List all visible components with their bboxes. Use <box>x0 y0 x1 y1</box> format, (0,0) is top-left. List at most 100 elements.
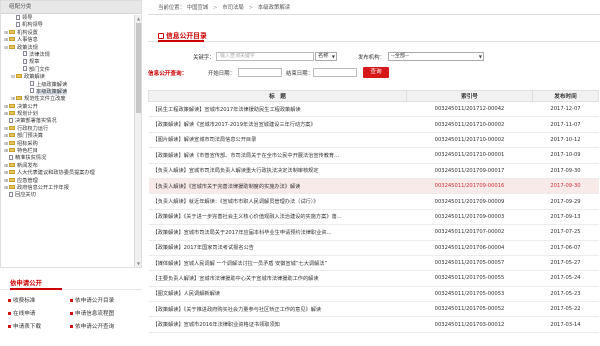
tree-item[interactable]: 回应关切 <box>1 191 135 199</box>
apply-disclosure-header: 依申请公开 <box>0 276 142 290</box>
row-title-link[interactable]: 【负责人解读】《宣城市关于完善法律援助制度的实施办法》解读 <box>148 178 407 195</box>
tree-item-label[interactable]: 规章 <box>29 59 39 65</box>
tree-item[interactable]: ⊟ 政策法规 <box>1 44 135 52</box>
bullet-icon <box>70 312 73 315</box>
tree-item-label[interactable]: 机构设置 <box>17 30 38 36</box>
table-row[interactable]: 【政策解读】《关于推进政府购买社会力量参与社区矫正工作的意见》解读 0032450… <box>148 301 599 318</box>
tree-item[interactable]: 规章 <box>1 58 135 66</box>
row-title-link[interactable]: 【政策解读】宣城市2016年法律职业资格证书领取须知 <box>148 316 407 333</box>
table-row[interactable]: 【图片解读】解读宣城市司法局信息公开目录 003245011/201710-000… <box>148 132 599 149</box>
tree-item-label[interactable]: 政府信息公开工作年报 <box>17 185 69 191</box>
tree-item[interactable]: ⊞ 人事信息 <box>1 37 135 44</box>
row-title-link[interactable]: 【政策解读】解读《市普宣传部、市司法局关于在全市公民中开展法治宣传教育... <box>148 147 407 164</box>
tree-item-label[interactable]: 精准扶贫情况 <box>15 155 46 161</box>
tree-item[interactable]: ⊞ 应急管理 <box>1 177 135 185</box>
tree-item-label[interactable]: 决策部署落实情况 <box>15 118 57 124</box>
table-row[interactable]: 【负责人解读】《宣城市关于完善法律援助制度的实施办法》解读 003245011/2… <box>148 178 599 195</box>
row-title-link[interactable]: 【政策解读】宣城市司法局关于2017年应届本科毕业生申请预约法律职业资... <box>148 224 407 241</box>
apply-disclosure-title: 依申请公开 <box>10 279 42 287</box>
scroll-up-icon[interactable]: ▲ <box>135 15 141 22</box>
end-date-label: 结束日期： <box>286 71 313 77</box>
table-row[interactable]: 【媒体解读】宣城人民调解 一个调解法讨拉一员矛盾 安徽宣城“七大调解法” 0032… <box>148 255 599 272</box>
row-title-link[interactable]: 【图文解读】人民调解新解读 <box>148 286 407 303</box>
apply-query-link[interactable]: 依申请公开查询 <box>70 322 114 330</box>
tree-item[interactable]: ⊞ 决策公开 <box>1 103 135 111</box>
breadcrumb-current[interactable]: 本级政策解读 <box>258 5 290 11</box>
table-row[interactable]: 【主要负责人解读】宣城市法律援助中心关于宣城市法律援助工作的解读 00324501… <box>148 270 599 287</box>
tree-item-label[interactable]: 回应关切 <box>15 192 36 198</box>
row-title-link[interactable]: 【图片解读】解读宣城市司法局信息公开目录 <box>148 132 407 149</box>
tree-item-label[interactable]: 新闻发布 <box>17 163 38 169</box>
tree-item[interactable]: 本级政策解读 <box>1 88 135 96</box>
apply-flowchart-link[interactable]: 申请信息流程图 <box>70 309 114 317</box>
row-title-link[interactable]: 【政策解读】《关于推进政府购买社会力量参与社区矫正工作的意见》解读 <box>148 301 407 318</box>
row-title-link[interactable]: 【政策解读】《关于进一步完善社会主义核心价值观融入法治建设的实施方案》落... <box>148 209 407 226</box>
tree-item-label[interactable]: 政策解读 <box>24 74 45 80</box>
field-select[interactable]: 名称 ▼ <box>315 52 337 61</box>
tree-item-label[interactable]: 政策法规 <box>17 45 38 51</box>
tree-item-label[interactable]: 规划计划 <box>17 111 38 117</box>
tree-item[interactable]: 上级政策解读 <box>1 81 135 89</box>
agency-select[interactable]: --全部-- ▼ <box>388 52 484 61</box>
table-row[interactable]: 【政策解读】2017年国家司法考试报名公告 003245011/201706-00… <box>148 240 599 256</box>
tree-scrollbar[interactable]: ▲ ▼ <box>134 15 141 267</box>
breadcrumb-link-home[interactable]: 中国宣城 <box>187 5 209 11</box>
table-row[interactable]: 【负责人解读】就近年解读：《宣城市市职人民调解员管理办法（试行）》 0032450… <box>148 193 599 210</box>
scroll-down-icon[interactable]: ▼ <box>135 260 141 267</box>
table-row[interactable]: 【民生工程政策解读】宣城市2017年法律援助民生工程政策解读 003245011/… <box>148 101 599 118</box>
search-button[interactable]: 查询 <box>363 67 389 78</box>
tree-item-label[interactable]: 人事信息 <box>17 37 38 43</box>
apply-catalog-link[interactable]: 依申请公开目录 <box>70 296 114 304</box>
online-apply-link[interactable]: 在线申请 <box>8 309 35 317</box>
table-row[interactable]: 【政策解读】宣城市2016年法律职业资格证书领取须知 003245011/2017… <box>148 316 599 333</box>
keyword-input[interactable]: 输入查询关键字 <box>216 52 314 61</box>
tree-item[interactable]: ⊟ 政策解读 <box>1 74 135 81</box>
table-row[interactable]: 【负责人解读】宣城市司法局负责人解读重大行政执法决定法制审核规定 00324501… <box>148 163 599 179</box>
tree-item-label[interactable]: 特色栏目 <box>17 148 38 154</box>
tree-item-label[interactable]: 招标采购 <box>17 141 38 147</box>
tree-item-label[interactable]: 机构领导 <box>22 22 43 28</box>
row-title-link[interactable]: 【负责人解读】宣城市司法局负责人解读重大行政执法决定法制审核规定 <box>148 163 407 179</box>
tree-item[interactable]: ⊞ 招标采购 <box>1 140 135 148</box>
scroll-thumb[interactable] <box>136 23 141 113</box>
row-title-link[interactable]: 【媒体解读】宣城人民调解 一个调解法讨拉一员矛盾 安徽宣城“七大调解法” <box>148 255 407 272</box>
title-underline <box>10 288 62 290</box>
tree-item-label[interactable]: 决策公开 <box>17 104 38 110</box>
row-title-link[interactable]: 【政策解读】解读《宣城市2017-2019年法治宣城建设三年行动方案》 <box>148 116 407 133</box>
table-row[interactable]: 【政策解读】解读《宣城市2017-2019年法治宣城建设三年行动方案》 00324… <box>148 116 599 133</box>
form-download-link[interactable]: 申请表下载 <box>8 322 41 330</box>
table-row[interactable]: 【政策解读】宣城市司法局关于2017年应届本科毕业生申请预约法律职业资... 00… <box>148 224 599 241</box>
row-title-link[interactable]: 【负责人解读】就近年解读：《宣城市市职人民调解员管理办法（试行）》 <box>148 193 407 210</box>
tree-item-label[interactable]: 规范性文件立改废 <box>24 96 66 102</box>
tree-item-label[interactable]: 上级政策解读 <box>36 82 67 88</box>
breadcrumb-link-bureau[interactable]: 市司法局 <box>222 5 244 11</box>
tree-item-label[interactable]: 应急管理 <box>17 178 38 184</box>
table-row[interactable]: 【政策解读】解读《市普宣传部、市司法局关于在全市公民中开展法治宣传教育... 00… <box>148 147 599 164</box>
tree-item[interactable]: 机构领导 <box>1 21 135 29</box>
tree-item[interactable]: 法律法规 <box>1 51 135 59</box>
end-date-input[interactable] <box>313 68 357 77</box>
folder-icon <box>9 29 15 34</box>
tree-item-label[interactable]: 部门文件 <box>29 67 50 73</box>
row-index: 003245011/201710-00002 <box>406 116 533 133</box>
tree-item[interactable]: 部门文件 <box>1 66 135 74</box>
tree-item-label[interactable]: 部门预决算 <box>17 133 43 139</box>
row-title-link[interactable]: 【民生工程政策解读】宣城市2017年法律援助民生工程政策解读 <box>148 101 407 118</box>
tree-item[interactable]: ⊞ 规范性文件立改废 <box>1 96 135 103</box>
tree-item[interactable]: 决策部署落实情况 <box>1 117 135 125</box>
tree-item-label[interactable]: 本级政策解读 <box>36 88 68 95</box>
table-row[interactable]: 【政策解读】《关于进一步完善社会主义核心价值观融入法治建设的实施方案》落... 0… <box>148 209 599 226</box>
tree-item[interactable]: ⊞ 部门预决算 <box>1 133 135 140</box>
tree-item[interactable]: 精准扶贫情况 <box>1 154 135 162</box>
row-title-link[interactable]: 【主要负责人解读】宣城市法律援助中心关于宣城市法律援助工作的解读 <box>148 270 407 287</box>
table-row[interactable]: 【图文解读】人民调解新解读 003245011/201705-00053 2017-… <box>148 286 599 303</box>
tree-item[interactable]: ⊞ 人大代表建议和政协委员提案办理 <box>1 170 135 177</box>
tree-item-label[interactable]: 行政权力运行 <box>17 126 48 132</box>
row-title-link[interactable]: 【政策解读】2017年国家司法考试报名公告 <box>148 240 407 256</box>
start-date-input[interactable] <box>238 68 282 77</box>
fee-standard-link[interactable]: 收费标准 <box>8 296 35 304</box>
tree-item-label[interactable]: 人大代表建议和政协委员提案办理 <box>17 170 95 176</box>
tree-item-label[interactable]: 领导 <box>22 15 32 21</box>
tree-item-label[interactable]: 法律法规 <box>29 52 50 58</box>
category-tree-header: 组配分类 <box>1 1 141 14</box>
